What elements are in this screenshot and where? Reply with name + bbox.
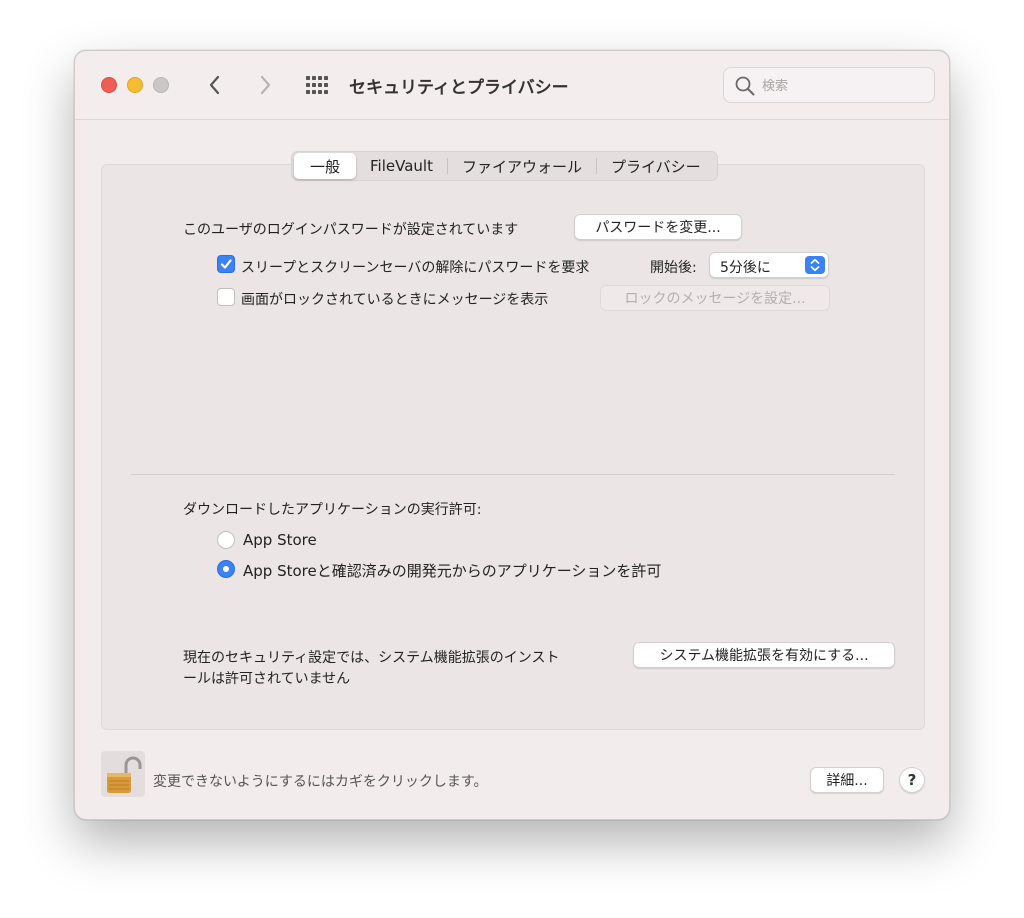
radio-app-store[interactable] — [217, 531, 235, 549]
radio-app-store-and-identified[interactable] — [217, 560, 235, 578]
option-app-store-identified-label: App Storeと確認済みの開発元からのアプリケーションを許可 — [243, 562, 662, 580]
option-app-store-label: App Store — [243, 531, 317, 549]
start-after-label: 開始後: — [650, 260, 697, 276]
updown-chevron-icon — [805, 256, 825, 274]
tab-general[interactable]: 一般 — [294, 153, 357, 179]
section-divider — [131, 474, 895, 475]
search-icon — [735, 76, 755, 96]
search-input[interactable] — [762, 75, 922, 97]
tab-privacy[interactable]: プライバシー — [597, 153, 715, 179]
close-window-button[interactable] — [101, 77, 117, 93]
show-all-button[interactable] — [305, 75, 329, 95]
unlocked-padlock-icon[interactable] — [101, 751, 145, 797]
minimize-window-button[interactable] — [127, 77, 143, 93]
extension-notice-line2: ールは許可されていません — [183, 671, 351, 687]
extension-notice-line1: 現在のセキュリティ設定では、システム機能拡張のインスト — [183, 650, 560, 666]
help-button[interactable]: ? — [899, 767, 925, 793]
advanced-button[interactable]: 詳細... — [810, 767, 884, 793]
search-field[interactable] — [723, 67, 935, 103]
chevron-right-icon — [260, 75, 271, 95]
forward-button[interactable] — [253, 71, 277, 99]
change-password-button[interactable]: パスワードを変更... — [574, 214, 742, 240]
lock-hint-text: 変更できないようにするにはカギをクリックします。 — [153, 774, 488, 790]
start-after-value: 5分後に — [720, 260, 771, 276]
lock-message-checkbox[interactable] — [217, 288, 235, 306]
downloads-label: ダウンロードしたアプリケーションの実行許可: — [183, 502, 482, 518]
window-title: セキュリティとプライバシー — [349, 78, 569, 98]
tab-bar: 一般 FileVault ファイアウォール プライバシー — [291, 151, 718, 181]
enable-extensions-button[interactable]: システム機能拡張を有効にする... — [633, 642, 895, 668]
set-lock-message-button[interactable]: ロックのメッセージを設定... — [600, 285, 830, 311]
tab-firewall[interactable]: ファイアウォール — [448, 153, 596, 179]
back-button[interactable] — [203, 71, 227, 99]
security-privacy-window: セキュリティとプライバシー 一般 FileVault ファイアウォール プライバ… — [74, 50, 950, 820]
start-after-select[interactable]: 5分後に — [709, 252, 829, 278]
zoom-window-button[interactable] — [153, 77, 169, 93]
grid-icon — [306, 76, 328, 94]
password-set-label: このユーザのログインパスワードが設定されています — [183, 222, 519, 238]
require-password-label: スリープとスクリーンセーバの解除にパスワードを要求 — [241, 260, 590, 276]
lock-message-label: 画面がロックされているときにメッセージを表示 — [241, 292, 549, 308]
require-password-checkbox[interactable] — [217, 255, 235, 273]
title-bar: セキュリティとプライバシー — [75, 51, 949, 120]
chevron-left-icon — [209, 75, 220, 95]
tab-filevault[interactable]: FileVault — [356, 153, 447, 179]
checkmark-icon — [220, 259, 232, 269]
